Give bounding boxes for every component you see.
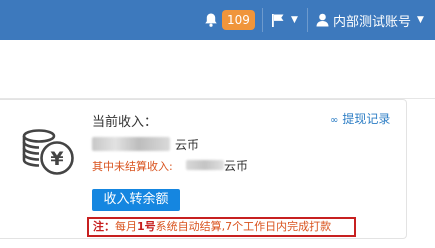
chevron-down-icon: ▼ [417, 15, 424, 25]
coin-stack-icon: ¥ [22, 129, 74, 175]
navbar-divider [262, 8, 263, 32]
chevron-down-icon: ▼ [291, 15, 298, 25]
notifications-button[interactable] [203, 0, 219, 40]
note-day: 1号 [137, 220, 156, 233]
unsettled-income-amount-redacted [186, 160, 224, 170]
svg-text:¥: ¥ [50, 148, 63, 170]
notification-count-badge: 109 [222, 10, 255, 30]
link-icon: ∞ [330, 115, 339, 126]
settlement-note: 注： 每月 1号 系统自动结算,7个工作日内完成打款 [87, 217, 356, 237]
current-income-amount-redacted [92, 137, 170, 151]
navbar-divider [307, 8, 308, 32]
bell-icon [205, 13, 217, 27]
user-icon [316, 13, 329, 27]
withdraw-records-link[interactable]: ∞ 提现记录 [330, 110, 390, 127]
unsettled-income-label: 其中未结算收入: [92, 160, 173, 173]
unsettled-currency-unit: 云币 [224, 159, 249, 173]
user-name: 内部测试账号 [333, 14, 412, 30]
withdraw-records-label: 提现记录 [342, 112, 391, 126]
user-menu-button[interactable]: 内部测试账号 ▼ [316, 0, 424, 40]
currency-unit: 云币 [175, 138, 200, 152]
flag-menu-button[interactable]: ▼ [271, 0, 298, 40]
note-prefix: 注： [93, 220, 115, 233]
note-text-2: 系统自动结算,7个工作日内完成打款 [155, 220, 332, 233]
transfer-to-balance-button[interactable]: 收入转余额 [92, 189, 180, 211]
current-income-label: 当前收入： [92, 115, 158, 130]
note-text-1: 每月 [115, 220, 137, 233]
flag-icon [272, 13, 284, 27]
